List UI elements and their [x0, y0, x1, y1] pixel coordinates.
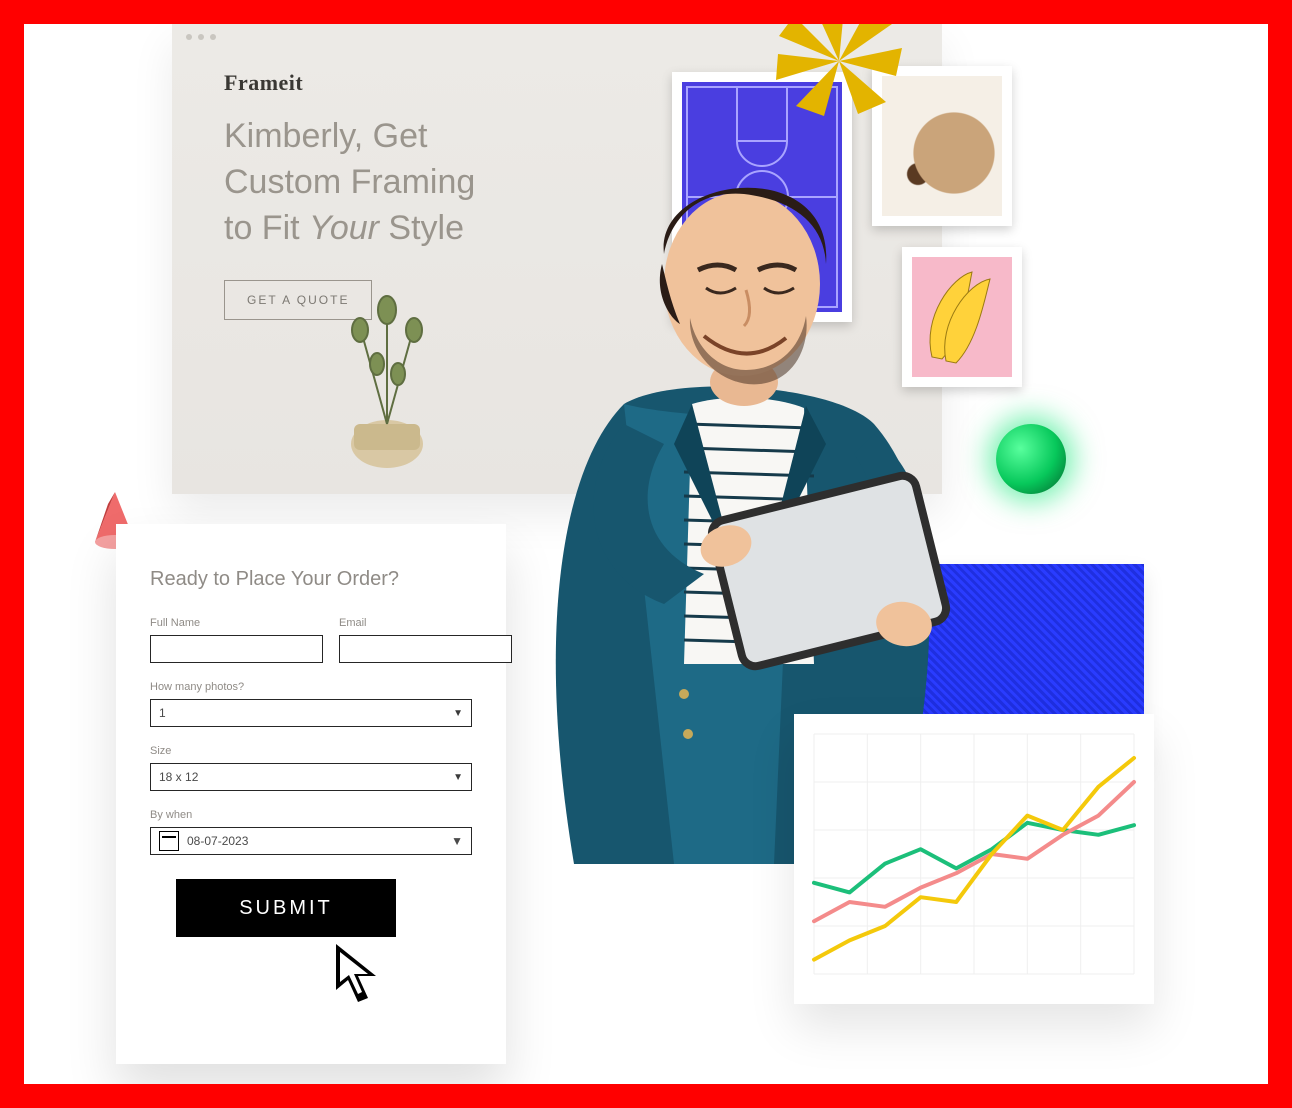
- window-dots: [186, 34, 216, 40]
- email-label: Email: [339, 617, 512, 629]
- line-chart: [794, 714, 1154, 1004]
- chevron-down-icon: ▼: [453, 708, 463, 719]
- full-name-label: Full Name: [150, 617, 323, 629]
- photos-label: How many photos?: [150, 681, 472, 693]
- chevron-down-icon: ▼: [451, 834, 463, 848]
- bywhen-value: 08-07-2023: [187, 834, 443, 848]
- chevron-down-icon: ▼: [453, 772, 463, 783]
- email-input[interactable]: [339, 635, 512, 663]
- brand-logo: Frameit: [224, 70, 644, 96]
- photos-select[interactable]: 1 ▼: [150, 699, 472, 727]
- size-select[interactable]: 18 x 12 ▼: [150, 763, 472, 791]
- calendar-icon: [159, 831, 179, 851]
- size-value: 18 x 12: [159, 770, 198, 784]
- plant-decor: [332, 274, 442, 474]
- order-form-card: Ready to Place Your Order? Full Name Ema…: [116, 524, 506, 1064]
- submit-button[interactable]: SUBMIT: [176, 879, 396, 937]
- full-name-input[interactable]: [150, 635, 323, 663]
- order-heading: Ready to Place Your Order?: [150, 568, 472, 591]
- metrics-chart-card: [794, 714, 1154, 1004]
- gold-pom-decor: [774, 24, 904, 116]
- size-label: Size: [150, 745, 472, 757]
- bywhen-label: By when: [150, 809, 472, 821]
- photos-value: 1: [159, 706, 166, 720]
- green-orb-decor: [996, 424, 1066, 494]
- cursor-pointer-icon: [332, 942, 392, 1012]
- bywhen-date-input[interactable]: 08-07-2023 ▼: [150, 827, 472, 855]
